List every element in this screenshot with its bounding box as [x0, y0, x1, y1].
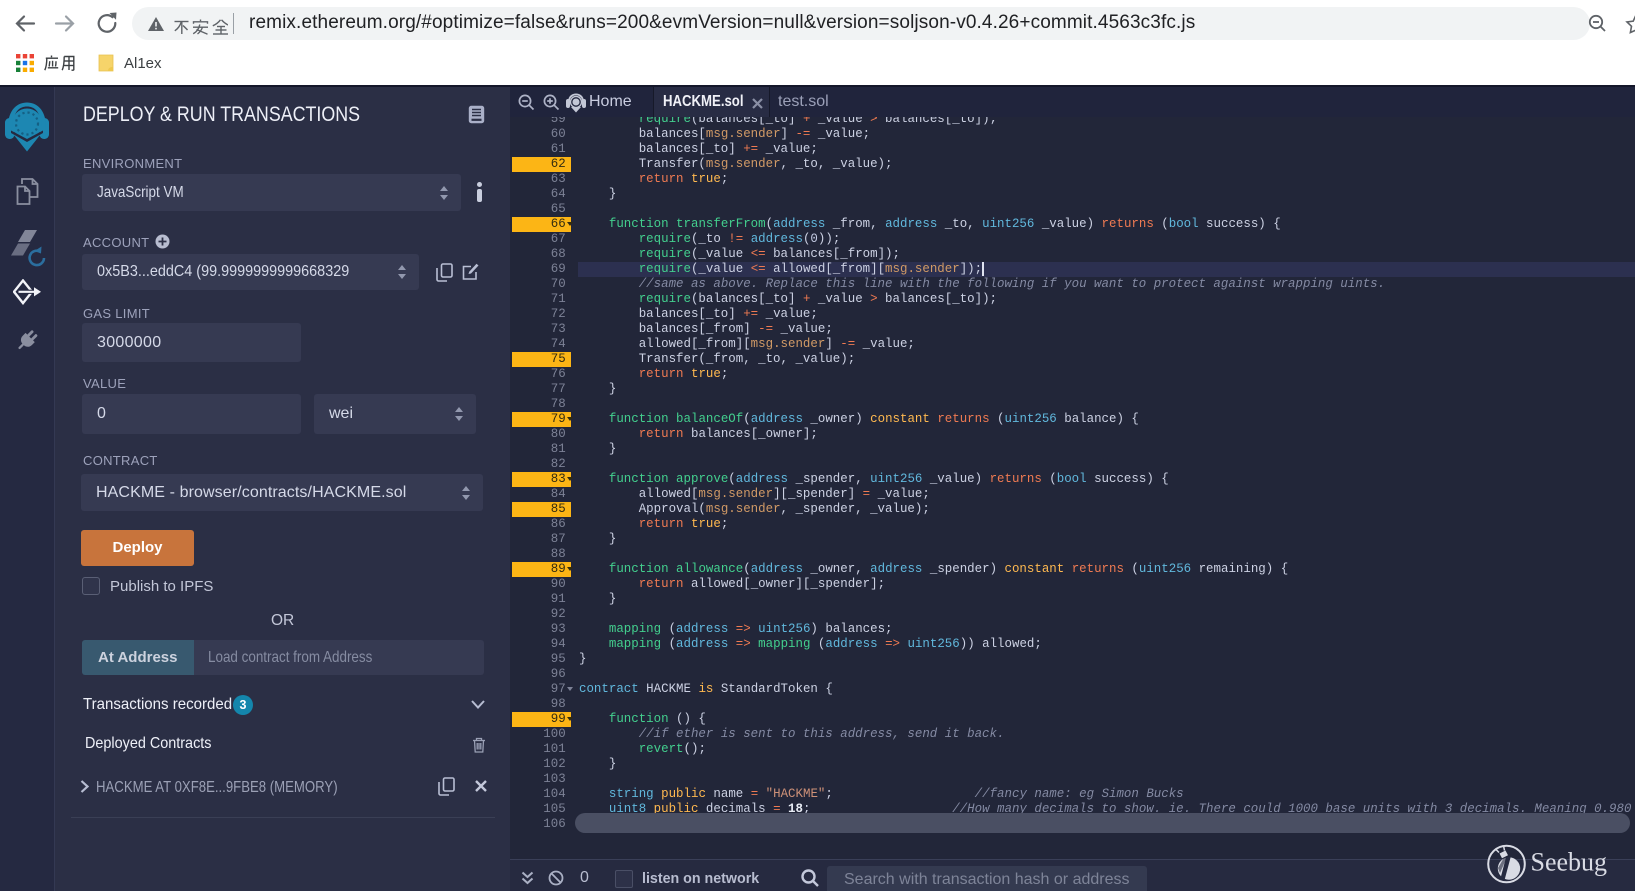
- svg-text:Seebug: Seebug: [1531, 848, 1608, 877]
